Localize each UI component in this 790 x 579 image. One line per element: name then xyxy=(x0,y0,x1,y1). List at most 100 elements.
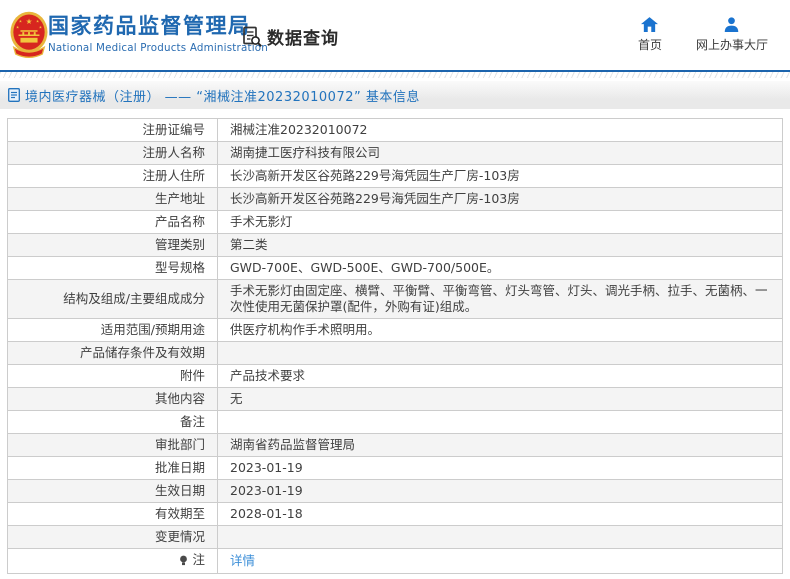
row-label: 生效日期 xyxy=(7,479,218,503)
row-value: 湖南捷工医疗科技有限公司 xyxy=(217,141,783,165)
row-label-text: 变更情况 xyxy=(154,529,205,544)
row-label: 其他内容 xyxy=(7,387,218,411)
data-query-section: 数据查询 xyxy=(241,24,339,49)
row-value: 产品技术要求 xyxy=(217,364,783,388)
nav-home-label: 首页 xyxy=(637,38,662,52)
table-row: 管理类别 第二类 xyxy=(7,233,783,257)
table-row: 备注 xyxy=(7,410,783,434)
org-name-cn: 国家药品监督管理局 xyxy=(48,14,251,38)
table-row: 产品储存条件及有效期 xyxy=(7,341,783,365)
row-label-text: 管理类别 xyxy=(154,237,205,252)
row-value: 2023-01-19 xyxy=(217,479,783,503)
site-header: ★ ★ ★ ★ ★ 国家药品监督管理局 National Medical Pro… xyxy=(0,0,790,70)
table-row: 变更情况 xyxy=(7,525,783,549)
breadcrumb-text: 境内医疗器械（注册） —— “湘械注准20232010072” 基本信息 xyxy=(25,89,420,105)
row-value: 无 xyxy=(217,387,783,411)
row-label: 变更情况 xyxy=(7,525,218,549)
table-row: 产品名称 手术无影灯 xyxy=(7,210,783,234)
svg-text:★: ★ xyxy=(19,19,23,24)
row-label: 适用范围/预期用途 xyxy=(7,318,218,342)
row-label-text: 注册证编号 xyxy=(142,122,205,137)
row-value: 第二类 xyxy=(217,233,783,257)
row-label-text: 附件 xyxy=(179,368,205,383)
svg-text:★: ★ xyxy=(36,19,40,24)
table-row: 生产地址 长沙高新开发区谷苑路229号海凭园生产厂房-103房 xyxy=(7,187,783,211)
row-label: 批准日期 xyxy=(7,456,218,480)
row-value: 2028-01-18 xyxy=(217,502,783,526)
row-label-text: 有效期至 xyxy=(154,506,205,521)
document-icon xyxy=(8,88,20,102)
row-label-text: 适用范围/预期用途 xyxy=(100,322,205,337)
row-value xyxy=(217,525,783,549)
home-icon xyxy=(641,17,659,32)
row-label-text: 备注 xyxy=(179,414,205,429)
row-label-text: 产品名称 xyxy=(154,214,205,229)
table-row: 注册证编号 湘械注准20232010072 xyxy=(7,118,783,142)
row-label-text: 注册人名称 xyxy=(142,145,205,160)
bulb-icon xyxy=(179,554,188,570)
row-label: 管理类别 xyxy=(7,233,218,257)
row-label: 审批部门 xyxy=(7,433,218,457)
detail-link[interactable]: 详情 xyxy=(230,553,255,568)
row-label: 型号规格 xyxy=(7,256,218,280)
table-row: 其他内容 无 xyxy=(7,387,783,411)
row-label: 产品名称 xyxy=(7,210,218,234)
row-label-text: 审批部门 xyxy=(154,437,205,452)
row-value: 湘械注准20232010072 xyxy=(217,118,783,142)
page: ★ ★ ★ ★ ★ 国家药品监督管理局 National Medical Pro… xyxy=(0,0,790,579)
row-label-text: 生效日期 xyxy=(154,483,205,498)
row-label: 附件 xyxy=(7,364,218,388)
section-label: 数据查询 xyxy=(267,29,339,49)
row-label-text: 其他内容 xyxy=(154,391,205,406)
document-search-icon xyxy=(243,26,262,47)
row-value: 详情 xyxy=(217,548,783,574)
row-value: 湖南省药品监督管理局 xyxy=(217,433,783,457)
svg-text:★: ★ xyxy=(16,24,20,29)
row-label-text: 生产地址 xyxy=(154,191,205,206)
row-label-text: 注 xyxy=(192,552,205,567)
org-name-en: National Medical Products Administration xyxy=(48,42,268,54)
table-row: 批准日期 2023-01-19 xyxy=(7,456,783,480)
breadcrumb: 境内医疗器械（注册） —— “湘械注准20232010072” 基本信息 xyxy=(0,81,790,109)
table-row: 附件 产品技术要求 xyxy=(7,364,783,388)
row-value: 长沙高新开发区谷苑路229号海凭园生产厂房-103房 xyxy=(217,187,783,211)
org-names: 国家药品监督管理局 National Medical Products Admi… xyxy=(48,13,268,54)
row-label: 备注 xyxy=(7,410,218,434)
row-value: 手术无影灯由固定座、横臂、平衡臂、平衡弯管、灯头弯管、灯头、调光手柄、拉手、无菌… xyxy=(217,279,783,319)
row-value xyxy=(217,341,783,365)
table-row: 型号规格 GWD-700E、GWD-500E、GWD-700/500E。 xyxy=(7,256,783,280)
row-value: 2023-01-19 xyxy=(217,456,783,480)
table-row: 结构及组成/主要组成成分 手术无影灯由固定座、横臂、平衡臂、平衡弯管、灯头弯管、… xyxy=(7,279,783,319)
row-label: 注册证编号 xyxy=(7,118,218,142)
table-row: 注册人名称 湖南捷工医疗科技有限公司 xyxy=(7,141,783,165)
table-row: 有效期至 2028-01-18 xyxy=(7,502,783,526)
row-value: GWD-700E、GWD-500E、GWD-700/500E。 xyxy=(217,256,783,280)
row-label-text: 型号规格 xyxy=(154,260,205,275)
row-label-text: 产品储存条件及有效期 xyxy=(79,345,205,360)
row-label-text: 批准日期 xyxy=(154,460,205,475)
row-label: 产品储存条件及有效期 xyxy=(7,341,218,365)
row-label: 结构及组成/主要组成成分 xyxy=(7,279,218,319)
nav-hall-label: 网上办事大厅 xyxy=(695,38,768,52)
hatch-strip xyxy=(0,72,790,78)
svg-text:★: ★ xyxy=(39,24,43,29)
row-label: 注 xyxy=(7,548,218,574)
table-row: 审批部门 湖南省药品监督管理局 xyxy=(7,433,783,457)
registration-table-body: 注册证编号 湘械注准20232010072 注册人名称 湖南捷工医疗科技有限公司 xyxy=(7,118,783,574)
svg-text:★: ★ xyxy=(26,17,33,26)
row-label-text: 结构及组成/主要组成成分 xyxy=(63,291,205,306)
row-label: 有效期至 xyxy=(7,502,218,526)
row-label-text: 注册人住所 xyxy=(142,168,205,183)
nav-online-service-hall[interactable]: 网上办事大厅 xyxy=(696,17,768,53)
table-row: 注册人住所 长沙高新开发区谷苑路229号海凭园生产厂房-103房 xyxy=(7,164,783,188)
row-value: 手术无影灯 xyxy=(217,210,783,234)
national-emblem-logo: ★ ★ ★ ★ ★ xyxy=(10,11,48,58)
header-nav: 首页 网上办事大厅 xyxy=(638,17,768,53)
row-label: 注册人名称 xyxy=(7,141,218,165)
table-row: 适用范围/预期用途 供医疗机构作手术照明用。 xyxy=(7,318,783,342)
registration-info-table: 注册证编号 湘械注准20232010072 注册人名称 湖南捷工医疗科技有限公司 xyxy=(7,118,783,574)
row-label: 注册人住所 xyxy=(7,164,218,188)
row-value: 长沙高新开发区谷苑路229号海凭园生产厂房-103房 xyxy=(217,164,783,188)
table-row: 生效日期 2023-01-19 xyxy=(7,479,783,503)
nav-home[interactable]: 首页 xyxy=(638,17,662,53)
